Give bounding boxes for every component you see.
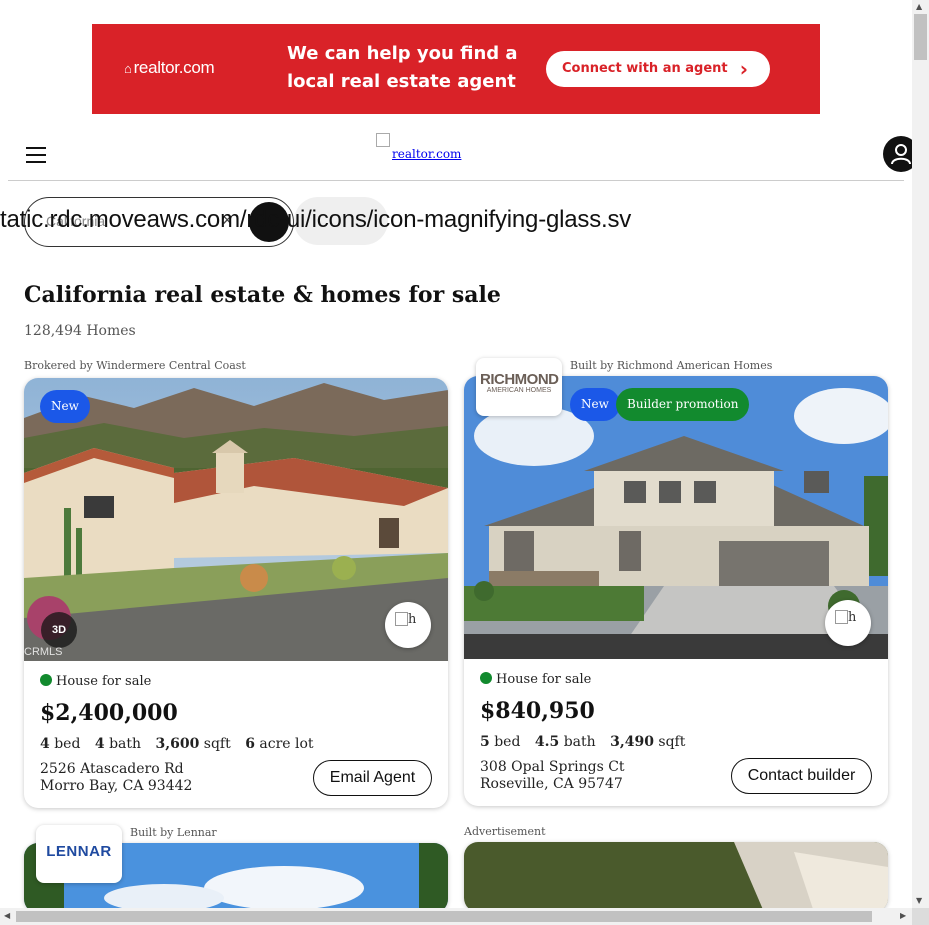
broken-image-icon (376, 133, 390, 147)
header-divider (8, 180, 904, 181)
ad-realtor-logo: ⌂ realtor.com (124, 58, 215, 78)
listing-status: House for sale (40, 674, 151, 689)
vertical-scrollbar[interactable] (912, 0, 929, 908)
heart-icon: h (395, 612, 416, 627)
builder-logo-line2: AMERICAN HOMES (486, 387, 552, 394)
listing-specs: 4 bed 4 bath 3,600 sqft 6 acre lot (40, 736, 314, 752)
home-count: 128,494 Homes (24, 323, 136, 339)
photo-watermark: CRMLS (24, 646, 63, 658)
scrollbar-corner (912, 908, 929, 925)
builder-promotion-badge: Builder promotion (616, 388, 750, 421)
listing-address[interactable]: 2526 Atascadero Rd Morro Bay, CA 93442 (40, 761, 192, 795)
brokered-by-label: Brokered by Windermere Central Coast (24, 359, 246, 372)
save-home-button[interactable]: h (825, 600, 871, 646)
ad-image (464, 842, 888, 912)
search-icon-alt-text: tatic.rdc.moveaws.com/rdc-ui/icons/icon-… (0, 206, 632, 233)
heart-icon: h (835, 610, 856, 625)
built-by-label: Built by Richmond American Homes (570, 359, 773, 372)
page-title: California real estate & homes for sale (24, 282, 501, 308)
status-dot-icon (40, 674, 52, 686)
hamburger-menu-icon[interactable] (26, 147, 46, 163)
lennar-logo[interactable]: LENNAR (36, 825, 122, 883)
listing-address[interactable]: 308 Opal Springs Ct Roseville, CA 95747 (480, 759, 625, 793)
vertical-scrollbar-thumb[interactable] (914, 14, 927, 60)
ad-banner[interactable]: ⌂ realtor.com We can help you find a loca… (92, 24, 820, 114)
listing-price: $840,950 (480, 698, 595, 724)
builder-logo-text: LENNAR (46, 843, 112, 860)
advertisement-label: Advertisement (464, 825, 546, 838)
new-badge: New (570, 388, 620, 421)
scroll-right-icon[interactable]: ▶ (900, 911, 906, 920)
listing-card[interactable]: New 3D CRMLS h House for sale $2,400,000… (24, 378, 448, 808)
email-agent-button[interactable]: Email Agent (313, 760, 432, 796)
logo-alt-text[interactable]: realtor.com (392, 147, 461, 161)
new-badge: New (40, 390, 90, 423)
listing-photo[interactable]: New Builder promotion h (464, 376, 888, 659)
builder-logo-line1: RICHMOND (480, 371, 559, 388)
horizontal-scrollbar-thumb[interactable] (16, 911, 872, 922)
save-home-button[interactable]: h (385, 602, 431, 648)
connect-agent-label: Connect with an agent (562, 61, 728, 76)
ad-logo-text: realtor.com (133, 58, 215, 77)
ad-headline: We can help you find a local real estate… (287, 43, 518, 92)
site-logo[interactable]: realtor.com (376, 133, 461, 161)
house-icon: ⌂ (124, 61, 132, 76)
3d-tour-icon[interactable]: 3D (41, 612, 77, 648)
listing-status: House for sale (480, 672, 591, 687)
scroll-down-icon[interactable]: ▼ (916, 896, 922, 905)
connect-agent-button[interactable]: Connect with an agent › (546, 51, 770, 87)
scroll-left-icon[interactable]: ◀ (4, 911, 10, 920)
listing-price: $2,400,000 (40, 700, 178, 726)
advertisement-card[interactable] (464, 842, 888, 912)
status-dot-icon (480, 672, 492, 684)
listing-card[interactable]: New Builder promotion h House for sale $… (464, 376, 888, 806)
listing-photo[interactable]: New 3D CRMLS h (24, 378, 448, 661)
built-by-label: Built by Lennar (130, 826, 217, 839)
richmond-american-logo[interactable]: RICHMOND AMERICAN HOMES (476, 358, 562, 416)
listing-specs: 5 bed 4.5 bath 3,490 sqft (480, 734, 686, 750)
contact-builder-button[interactable]: Contact builder (731, 758, 872, 794)
scroll-up-icon[interactable]: ▲ (916, 2, 922, 11)
chevron-right-icon: › (739, 57, 748, 81)
